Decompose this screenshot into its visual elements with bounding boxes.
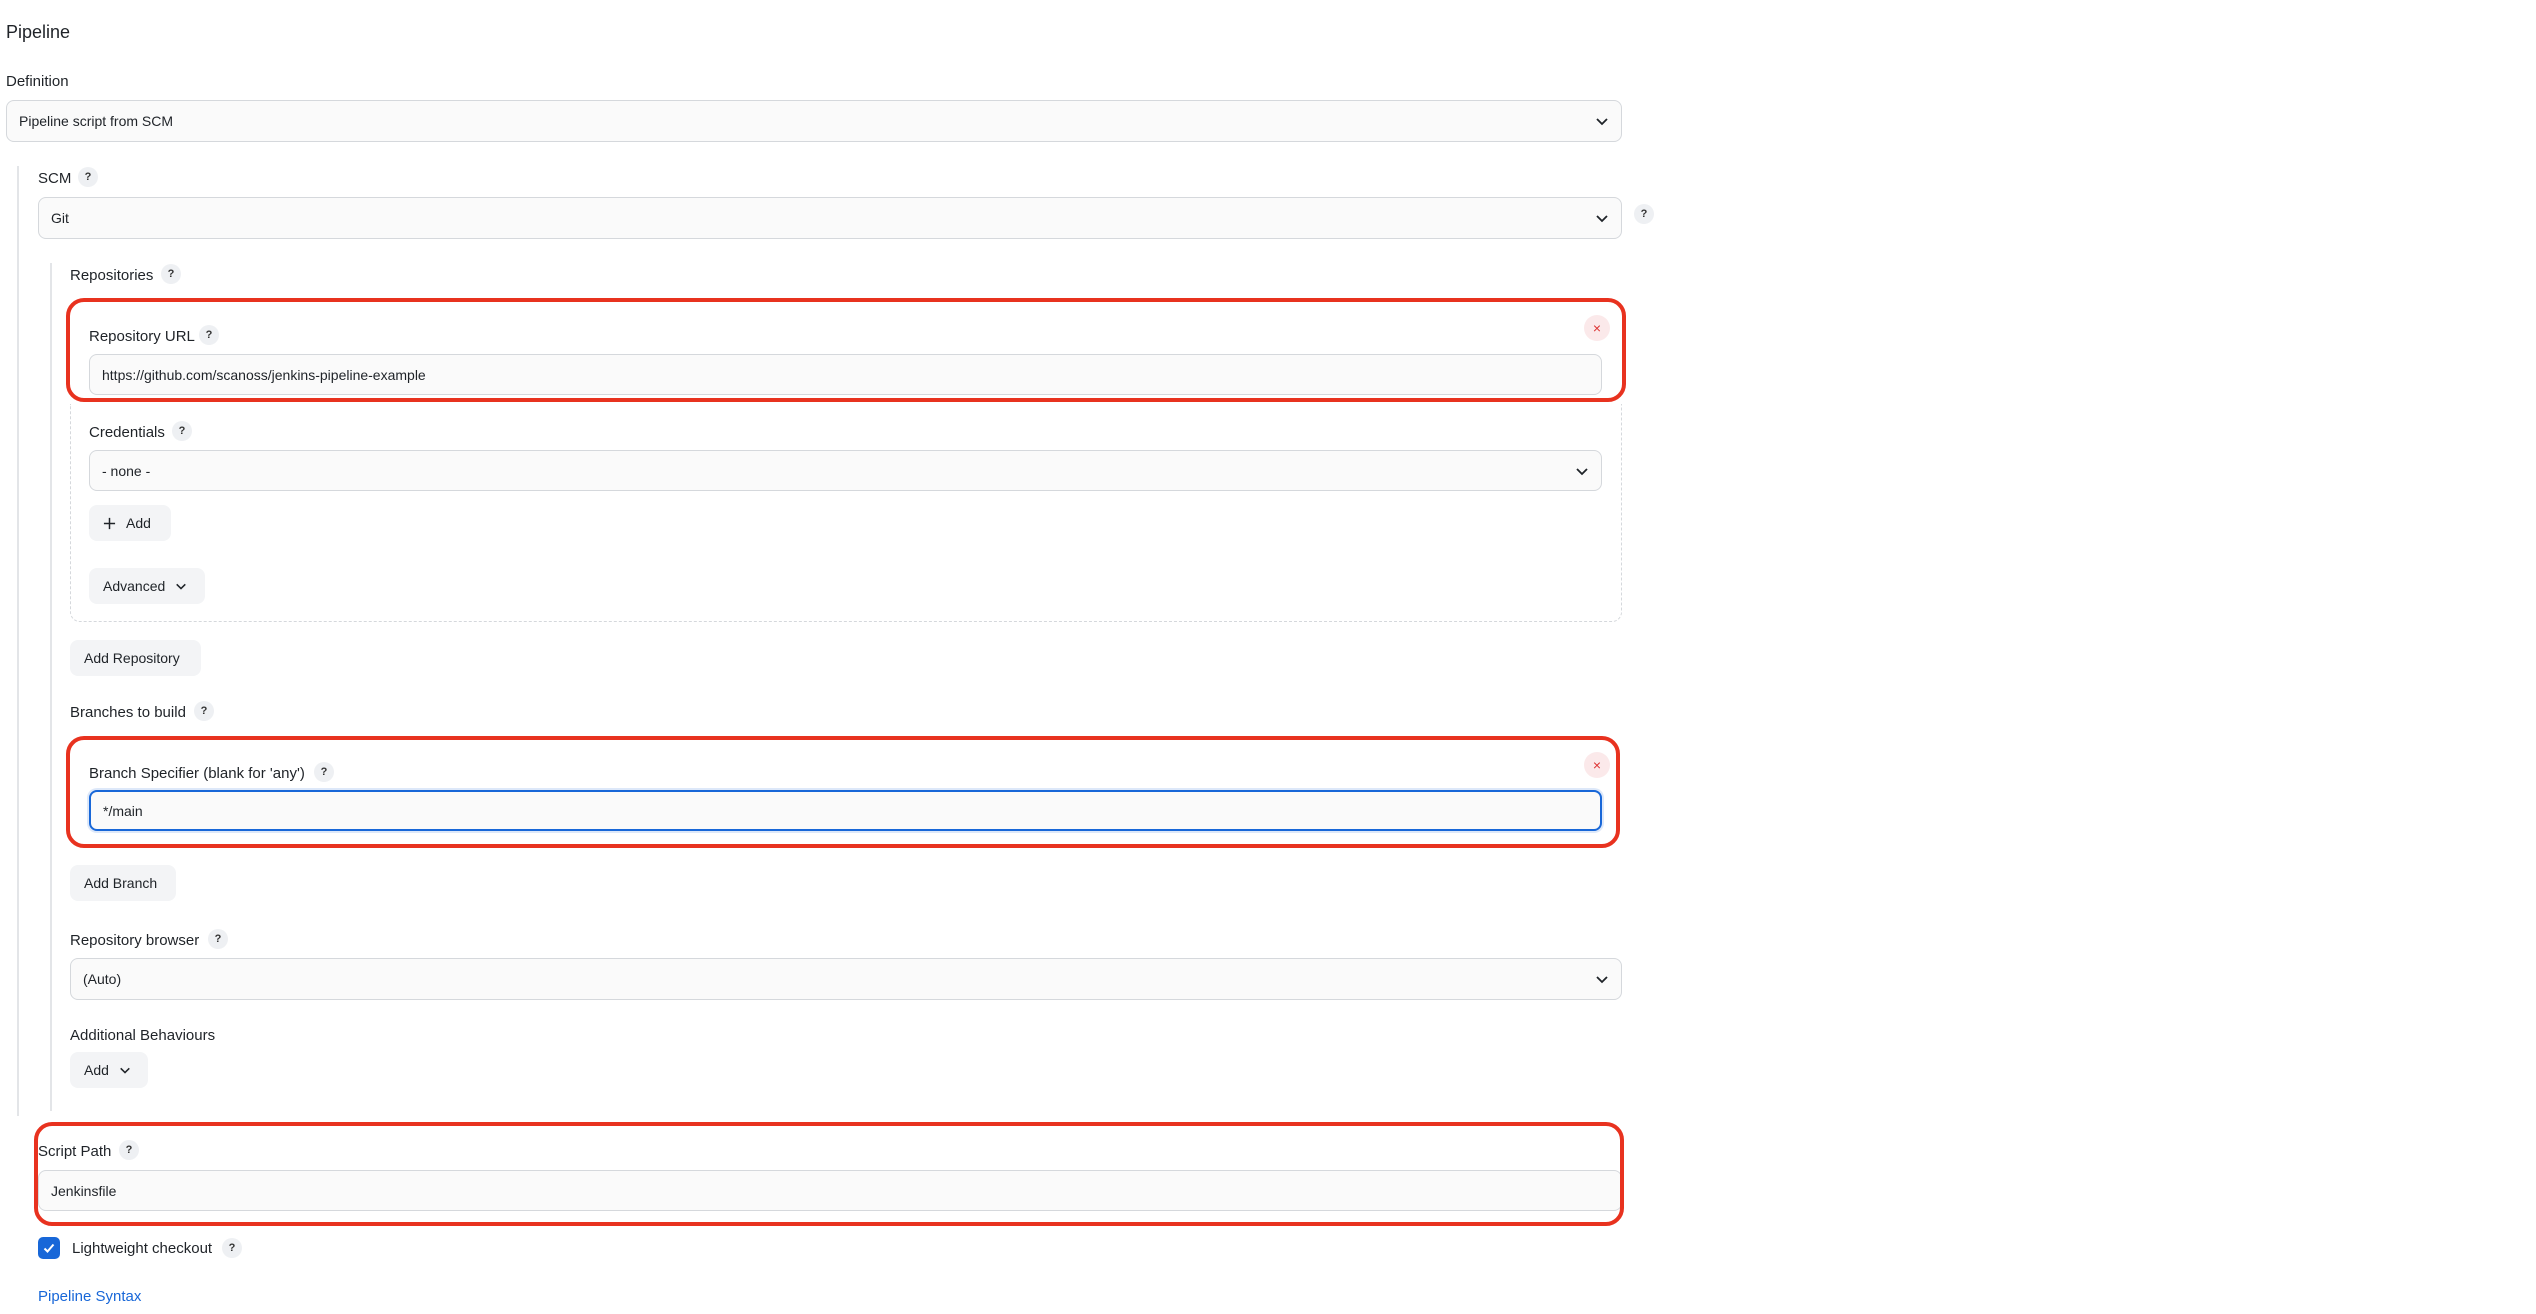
chevron-down-icon [1596, 215, 1608, 223]
scm-value: Git [51, 210, 69, 226]
add-credentials-label: Add [126, 515, 151, 531]
checkmark-icon [43, 1243, 55, 1253]
lightweight-checkbox[interactable] [38, 1237, 60, 1259]
chevron-down-icon [176, 583, 187, 590]
branches-label: Branches to build [70, 704, 186, 721]
repo-browser-label: Repository browser [70, 932, 200, 949]
chevron-down-icon [120, 1067, 130, 1074]
nesting-line-scm [17, 166, 19, 1116]
script-path-input[interactable] [38, 1170, 1622, 1211]
add-credentials-button[interactable]: Add [89, 505, 171, 541]
branch-specifier-text[interactable] [103, 802, 1588, 819]
repository-url-input[interactable] [89, 354, 1602, 395]
advanced-label: Advanced [103, 578, 166, 594]
repository-url-help-icon[interactable]: ? [199, 325, 219, 345]
repo-browser-value: (Auto) [83, 971, 122, 987]
repositories-help-icon[interactable]: ? [161, 264, 181, 284]
repository-url-text[interactable] [102, 366, 1589, 383]
repo-browser-help-icon[interactable]: ? [208, 929, 228, 949]
script-path-text[interactable] [51, 1182, 1609, 1199]
add-behaviour-button[interactable]: Add [70, 1052, 148, 1088]
remove-repository-icon[interactable]: × [1584, 315, 1610, 341]
nesting-line-git [50, 263, 52, 1111]
chevron-down-icon [1596, 118, 1608, 126]
additional-behaviours-label: Additional Behaviours [70, 1027, 216, 1044]
repositories-label: Repositories [70, 267, 154, 284]
lightweight-label: Lightweight checkout [72, 1240, 213, 1257]
add-branch-button[interactable]: Add Branch [70, 865, 176, 901]
definition-label: Definition [6, 73, 69, 90]
add-behaviour-label: Add [84, 1062, 109, 1078]
branches-help-icon[interactable]: ? [194, 701, 214, 721]
remove-branch-icon[interactable]: × [1584, 752, 1610, 778]
definition-select[interactable]: Pipeline script from SCM [6, 100, 1622, 142]
add-branch-label: Add Branch [84, 875, 158, 891]
repository-url-label: Repository URL [89, 328, 195, 345]
add-repository-button[interactable]: Add Repository [70, 640, 201, 676]
credentials-value: - none - [102, 462, 151, 479]
definition-value: Pipeline script from SCM [19, 113, 174, 129]
pipeline-syntax-link[interactable]: Pipeline Syntax [38, 1288, 141, 1305]
branch-specifier-label: Branch Specifier (blank for 'any') [89, 765, 305, 782]
script-path-label: Script Path [38, 1143, 112, 1160]
plus-icon [103, 517, 116, 529]
add-repository-label: Add Repository [84, 650, 180, 666]
credentials-help-icon[interactable]: ? [172, 421, 192, 441]
scm-label: SCM [38, 170, 72, 187]
chevron-down-icon [1576, 467, 1588, 475]
script-path-help-icon[interactable]: ? [119, 1140, 139, 1160]
section-title: Pipeline [6, 22, 71, 42]
credentials-select[interactable]: - none - [89, 450, 1602, 491]
scm-select-help-icon[interactable]: ? [1634, 204, 1654, 224]
branch-specifier-input[interactable] [89, 790, 1602, 831]
repo-browser-select[interactable]: (Auto) [70, 958, 1622, 1000]
branch-specifier-help-icon[interactable]: ? [314, 762, 334, 782]
chevron-down-icon [1596, 976, 1608, 984]
credentials-label: Credentials [89, 424, 165, 441]
scm-select[interactable]: Git [38, 197, 1622, 239]
scm-help-icon[interactable]: ? [78, 167, 98, 187]
repository-entry [70, 404, 1622, 622]
advanced-button[interactable]: Advanced [89, 568, 205, 604]
lightweight-help-icon[interactable]: ? [222, 1238, 242, 1258]
